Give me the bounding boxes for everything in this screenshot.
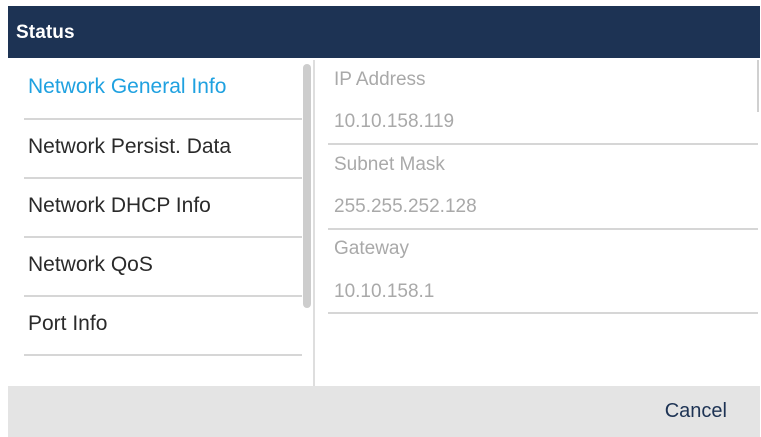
menu-divider: [24, 236, 302, 238]
status-menu: Network General Info Network Persist. Da…: [14, 60, 302, 380]
gateway-label: Gateway: [334, 238, 409, 259]
detail-divider: [328, 143, 758, 145]
ip-address-label: IP Address: [334, 69, 426, 90]
detail-divider: [328, 228, 758, 230]
subnet-mask-value: 255.255.252.128: [334, 196, 477, 217]
menu-divider: [24, 295, 302, 297]
pane-divider: [313, 60, 315, 386]
detail-divider: [328, 312, 758, 314]
menu-scrollbar[interactable]: [303, 60, 311, 310]
menu-item-network-persist-data[interactable]: Network Persist. Data: [14, 135, 302, 159]
subnet-mask-label: Subnet Mask: [334, 154, 445, 175]
menu-divider: [24, 177, 302, 179]
menu-divider: [24, 354, 302, 356]
ip-address-value: 10.10.158.119: [334, 111, 455, 132]
menu-item-network-general-info[interactable]: Network General Info: [14, 75, 302, 99]
page-title: Status: [8, 6, 760, 58]
menu-scrollbar-thumb[interactable]: [303, 64, 311, 308]
cancel-button[interactable]: Cancel: [665, 400, 727, 423]
details-pane: IP Address 10.10.158.119 Subnet Mask 255…: [316, 60, 760, 386]
menu-item-port-info[interactable]: Port Info: [14, 312, 302, 336]
softkey-bar: Cancel: [8, 386, 760, 437]
status-screen: Status Network General Info Network Pers…: [0, 0, 761, 437]
menu-item-network-qos[interactable]: Network QoS: [14, 253, 302, 277]
menu-divider: [24, 118, 302, 120]
details-edge-marker: [757, 60, 759, 112]
menu-item-network-dhcp-info[interactable]: Network DHCP Info: [14, 194, 302, 218]
gateway-value: 10.10.158.1: [334, 281, 435, 302]
